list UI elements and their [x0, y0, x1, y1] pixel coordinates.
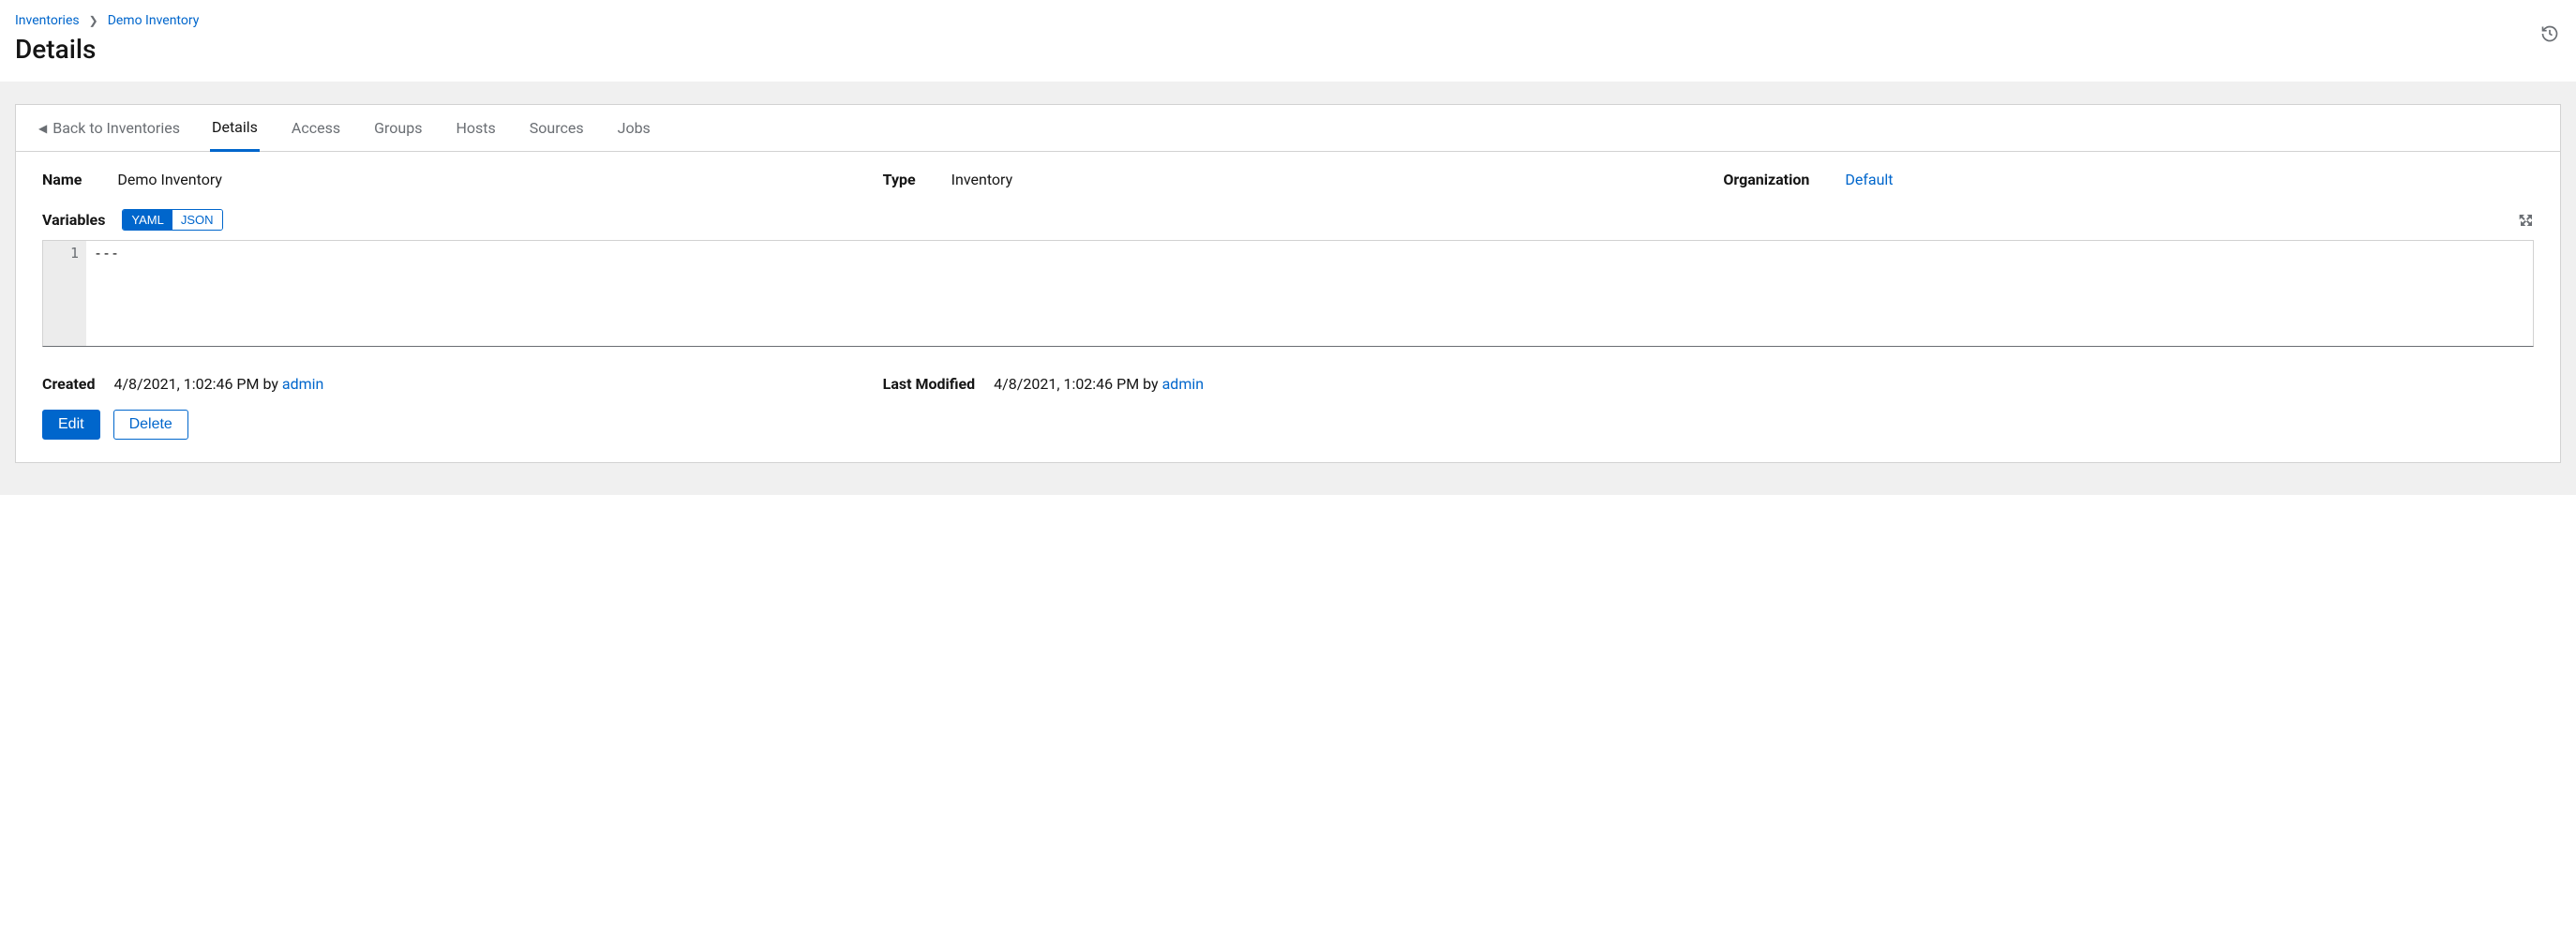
modified-label: Last Modified — [883, 375, 976, 393]
meta-row: Created 4/8/2021, 1:02:46 PM by admin La… — [42, 375, 2534, 393]
created-value: 4/8/2021, 1:02:46 PM by admin — [113, 375, 323, 393]
tab-sources[interactable]: Sources — [528, 105, 586, 151]
modified-timestamp: 4/8/2021, 1:02:46 PM by — [994, 375, 1161, 393]
line-number: 1 — [43, 245, 79, 262]
type-label: Type — [883, 171, 916, 188]
breadcrumb: Inventories ❯ Demo Inventory — [15, 13, 2561, 28]
created-user-link[interactable]: admin — [282, 375, 323, 393]
card-body: Name Demo Inventory Type Inventory Organ… — [16, 152, 2560, 462]
name-value: Demo Inventory — [117, 171, 222, 188]
variables-label: Variables — [42, 211, 105, 229]
created-label: Created — [42, 375, 95, 393]
tab-details[interactable]: Details — [210, 106, 260, 152]
tab-bar: ◀ Back to Inventories Details Access Gro… — [16, 105, 2560, 152]
field-type: Type Inventory — [883, 171, 1694, 188]
history-icon[interactable] — [2540, 24, 2559, 43]
expand-icon[interactable] — [2519, 213, 2534, 228]
type-value: Inventory — [951, 171, 1013, 188]
modified-value: 4/8/2021, 1:02:46 PM by admin — [994, 375, 1204, 393]
created-timestamp: 4/8/2021, 1:02:46 PM by — [113, 375, 281, 393]
caret-left-icon: ◀ — [38, 122, 47, 135]
breadcrumb-root[interactable]: Inventories — [15, 13, 80, 28]
tab-jobs[interactable]: Jobs — [616, 105, 652, 151]
toggle-yaml[interactable]: YAML — [123, 210, 172, 230]
editor-content[interactable]: --- — [86, 241, 2533, 346]
tab-groups[interactable]: Groups — [372, 105, 424, 151]
back-label: Back to Inventories — [52, 119, 180, 137]
action-bar: Edit Delete — [42, 410, 2534, 440]
name-label: Name — [42, 171, 82, 188]
format-toggle: YAML JSON — [122, 209, 222, 231]
field-organization: Organization Default — [1723, 171, 2534, 188]
tab-hosts[interactable]: Hosts — [454, 105, 497, 151]
delete-button[interactable]: Delete — [113, 410, 188, 440]
chevron-right-icon: ❯ — [89, 14, 98, 27]
back-to-inventories[interactable]: ◀ Back to Inventories — [38, 119, 180, 137]
modified-user-link[interactable]: admin — [1162, 375, 1204, 393]
created-field: Created 4/8/2021, 1:02:46 PM by admin — [42, 375, 853, 393]
variables-editor[interactable]: 1 --- — [42, 240, 2534, 347]
page-header: Inventories ❯ Demo Inventory Details — [0, 0, 2576, 82]
organization-link[interactable]: Default — [1845, 171, 1893, 188]
field-row: Name Demo Inventory Type Inventory Organ… — [42, 171, 2534, 188]
variables-header: Variables YAML JSON — [42, 209, 2534, 231]
toggle-json[interactable]: JSON — [172, 210, 222, 230]
editor-gutter: 1 — [43, 241, 86, 346]
modified-field: Last Modified 4/8/2021, 1:02:46 PM by ad… — [883, 375, 1694, 393]
content-area: ◀ Back to Inventories Details Access Gro… — [0, 82, 2576, 495]
page-title: Details — [15, 34, 2561, 65]
edit-button[interactable]: Edit — [42, 410, 100, 440]
breadcrumb-item[interactable]: Demo Inventory — [108, 13, 200, 28]
organization-label: Organization — [1723, 171, 1809, 188]
tab-access[interactable]: Access — [290, 105, 342, 151]
detail-card: ◀ Back to Inventories Details Access Gro… — [15, 104, 2561, 463]
field-name: Name Demo Inventory — [42, 171, 853, 188]
